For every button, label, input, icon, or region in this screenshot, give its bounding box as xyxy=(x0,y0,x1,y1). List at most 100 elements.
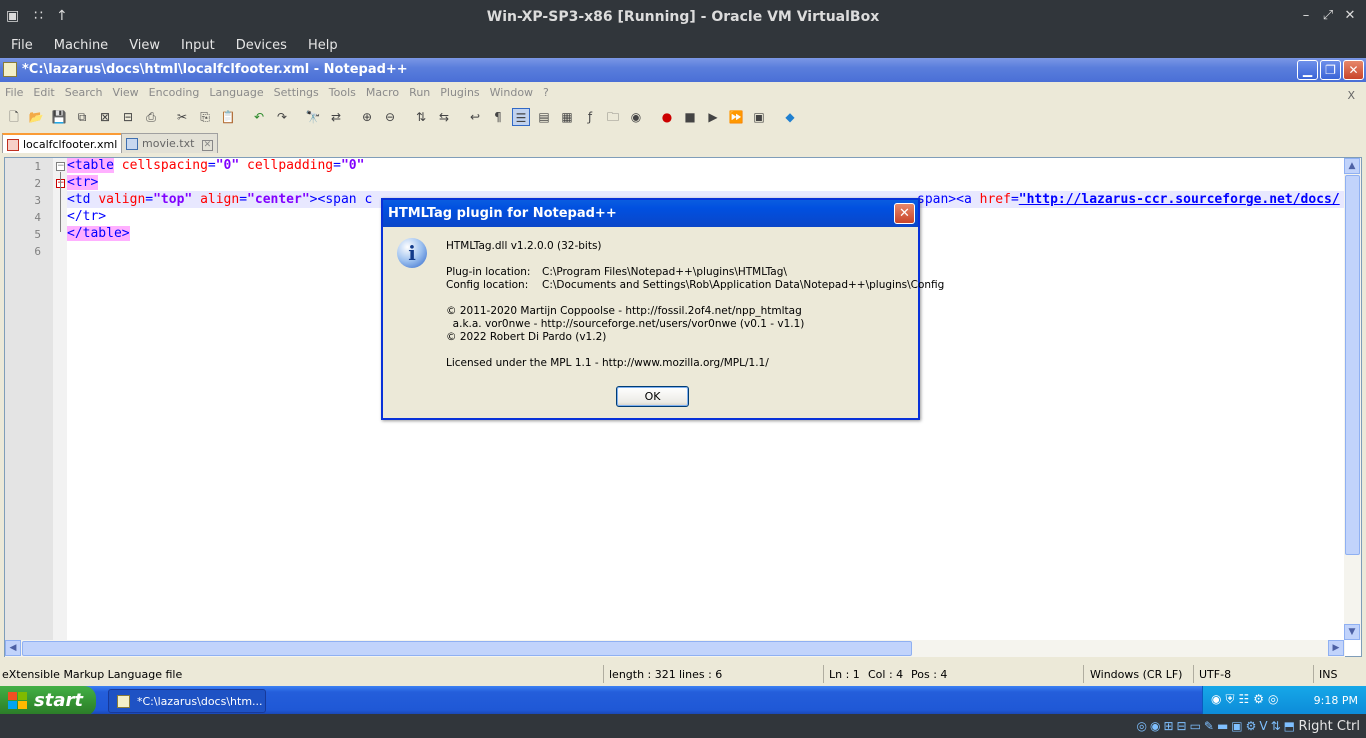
new-file-icon[interactable]: 🗋 xyxy=(5,108,23,126)
code-token: <td xyxy=(67,192,91,207)
code-token: valign xyxy=(98,192,146,207)
scroll-up-icon[interactable]: ▲ xyxy=(1344,158,1360,174)
close-file-icon[interactable]: ⊠ xyxy=(96,108,114,126)
status-lines: lines : 6 xyxy=(679,668,723,681)
npp-menu-settings[interactable]: Settings xyxy=(269,82,324,99)
tab-localfclfooter[interactable]: localfclfooter.xml ✕ xyxy=(2,133,141,153)
code-line-2: <tr> xyxy=(67,175,99,190)
tab-movie[interactable]: movie.txt ✕ xyxy=(121,133,218,153)
cut-icon[interactable]: ✂ xyxy=(173,108,191,126)
scroll-down-icon[interactable]: ▼ xyxy=(1344,624,1360,640)
vbox-statusbar: ◎◉⊞⊟▭✎▬▣⚙V⇅⬒ Right Ctrl xyxy=(0,714,1366,738)
vbox-menu-machine[interactable]: Machine xyxy=(43,34,118,53)
start-label: start xyxy=(34,690,83,711)
npp-menu-plugins[interactable]: Plugins xyxy=(435,82,484,99)
code-token: "center" xyxy=(247,192,310,207)
find-icon[interactable]: 🔭 xyxy=(304,108,322,126)
save-all-icon[interactable]: ⧉ xyxy=(73,108,91,126)
horizontal-scrollbar[interactable]: ◀ ▶ xyxy=(5,640,1345,657)
macro-stop-icon[interactable]: ■ xyxy=(681,108,699,126)
vbox-maximize-icon[interactable]: ⤢ xyxy=(1320,8,1336,23)
copy-icon[interactable]: ⎘ xyxy=(196,108,214,126)
dialog-title: HTMLTag plugin for Notepad++ xyxy=(383,200,918,227)
npp-menu-run[interactable]: Run xyxy=(404,82,435,99)
npp-menu-encoding[interactable]: Encoding xyxy=(144,82,205,99)
npp-menu-language[interactable]: Language xyxy=(204,82,268,99)
vbox-close-icon[interactable]: ✕ xyxy=(1342,8,1358,23)
scroll-left-icon[interactable]: ◀ xyxy=(5,640,21,656)
sync-horizontal-icon[interactable]: ⇆ xyxy=(435,108,453,126)
macro-record-icon[interactable]: ● xyxy=(658,108,676,126)
vbox-window-title: Win-XP-SP3-x86 [Running] - Oracle VM Vir… xyxy=(486,9,880,25)
lang-define-icon[interactable]: ▤ xyxy=(535,108,553,126)
line-number: 2 xyxy=(34,177,41,190)
code-token: span><a xyxy=(917,192,972,207)
print-icon[interactable]: ⎙ xyxy=(142,108,160,126)
fold-collapse-icon[interactable]: − xyxy=(56,162,65,171)
macro-run-multiple-icon[interactable]: ⏩ xyxy=(727,108,745,126)
npp-maximize-button[interactable]: ❐ xyxy=(1320,60,1341,80)
undo-icon[interactable]: ↶ xyxy=(250,108,268,126)
function-list-icon[interactable]: ƒ xyxy=(581,108,599,126)
code-token: href xyxy=(979,192,1011,207)
tab-close-icon[interactable]: ✕ xyxy=(201,140,213,151)
system-tray: ◉⛨☷⚙◎ 9:18 PM xyxy=(1202,686,1366,716)
npp-close-button[interactable]: ✕ xyxy=(1343,60,1364,80)
tray-icons[interactable]: ◉⛨☷⚙◎ xyxy=(1211,692,1282,707)
notepad-app-icon xyxy=(117,695,130,708)
npp-close-doc-icon[interactable]: X xyxy=(1342,85,1360,102)
npp-menu-macro[interactable]: Macro xyxy=(361,82,404,99)
redo-icon[interactable]: ↷ xyxy=(273,108,291,126)
indent-guide-icon[interactable]: ☰ xyxy=(512,108,530,126)
npp-menu-view[interactable]: View xyxy=(108,82,144,99)
start-button[interactable]: start xyxy=(0,686,96,716)
dialog-version: HTMLTag.dll v1.2.0.0 (32-bits) xyxy=(446,240,602,252)
vbox-menu-file[interactable]: File xyxy=(0,34,43,53)
doc-map-icon[interactable]: ▦ xyxy=(558,108,576,126)
npp-menu-tools[interactable]: Tools xyxy=(324,82,361,99)
vertical-scrollbar[interactable]: ▲ ▼ xyxy=(1344,158,1361,640)
npp-titlebar: *C:\lazarus\docs\html\localfclfooter.xml… xyxy=(0,58,1366,82)
code-url[interactable]: "http://lazarus-ccr.sourceforge.net/docs… xyxy=(1019,192,1340,207)
npp-menu-file[interactable]: File xyxy=(0,82,28,99)
scroll-right-icon[interactable]: ▶ xyxy=(1328,640,1344,656)
close-all-icon[interactable]: ⊟ xyxy=(119,108,137,126)
vbox-minimize-icon[interactable]: – xyxy=(1298,8,1314,23)
zoom-in-icon[interactable]: ⊕ xyxy=(358,108,376,126)
npp-menu-edit[interactable]: Edit xyxy=(28,82,59,99)
vbox-menu-help[interactable]: Help xyxy=(297,34,348,53)
ok-button[interactable]: OK xyxy=(616,386,689,407)
monitoring-eye-icon[interactable]: ◉ xyxy=(627,108,645,126)
vbox-menu-input[interactable]: Input xyxy=(170,34,225,53)
folder-workspace-icon[interactable]: 🗀 xyxy=(604,108,622,126)
macro-play-icon[interactable]: ▶ xyxy=(704,108,722,126)
vbox-device-icons[interactable]: ◎◉⊞⊟▭✎▬▣⚙V⇅⬒ xyxy=(1137,719,1298,733)
plugin-location-label: Plug-in location: xyxy=(446,266,531,278)
status-ln: Ln : 1 xyxy=(829,668,860,681)
line-number: 3 xyxy=(34,194,41,207)
zoom-out-icon[interactable]: ⊖ xyxy=(381,108,399,126)
word-wrap-icon[interactable]: ↩ xyxy=(466,108,484,126)
open-file-icon[interactable]: 📂 xyxy=(27,108,45,126)
show-all-chars-icon[interactable]: ¶ xyxy=(489,108,507,126)
paste-icon[interactable]: 📋 xyxy=(219,108,237,126)
line-number: 4 xyxy=(34,211,41,224)
save-icon[interactable]: 💾 xyxy=(50,108,68,126)
macro-save-icon[interactable]: ▣ xyxy=(750,108,768,126)
npp-menu-search[interactable]: Search xyxy=(60,82,108,99)
npp-minimize-button[interactable]: ▁ xyxy=(1297,60,1318,80)
plugin-diamond-icon[interactable]: ◆ xyxy=(781,108,799,126)
horizontal-scroll-thumb[interactable] xyxy=(22,641,912,656)
vertical-scroll-thumb[interactable] xyxy=(1345,175,1360,555)
vbox-menu-view[interactable]: View xyxy=(118,34,170,53)
sync-vertical-icon[interactable]: ⇅ xyxy=(412,108,430,126)
dialog-close-button[interactable]: ✕ xyxy=(894,203,915,224)
taskbar-item-notepad[interactable]: *C:\lazarus\docs\htm... xyxy=(108,689,266,713)
guest-screen: *C:\lazarus\docs\html\localfclfooter.xml… xyxy=(0,58,1366,716)
vbox-menu-devices[interactable]: Devices xyxy=(225,34,297,53)
npp-menu-help[interactable]: ? xyxy=(538,82,554,99)
replace-icon[interactable]: ⇄ xyxy=(327,108,345,126)
tray-clock[interactable]: 9:18 PM xyxy=(1314,694,1358,707)
npp-menu-window[interactable]: Window xyxy=(485,82,538,99)
code-token: cellspacing xyxy=(121,158,208,173)
